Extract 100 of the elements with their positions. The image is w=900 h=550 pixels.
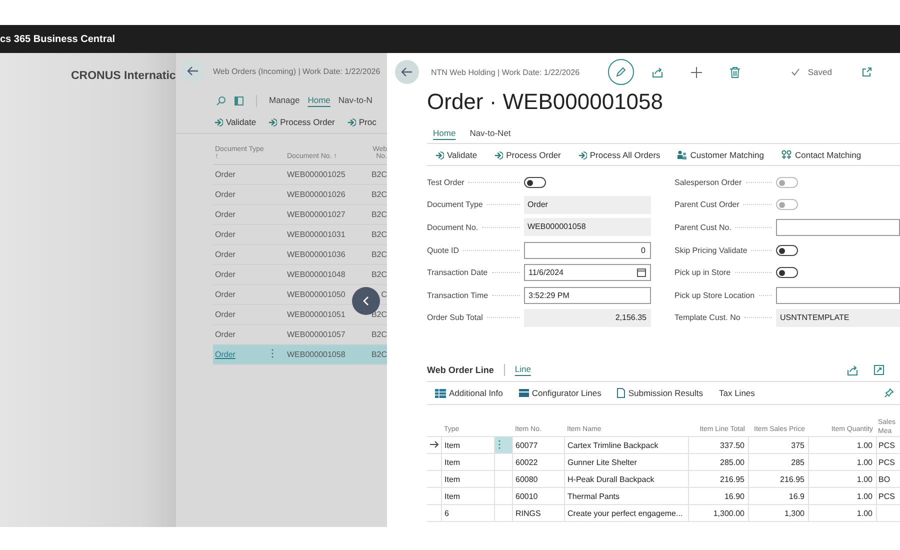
field-label: Skip Pricing Validate [674, 246, 748, 255]
table-cell: WEB000001057 [287, 330, 346, 339]
toggle-switch[interactable] [776, 244, 798, 256]
run-arrow-icon [578, 150, 587, 160]
table-cell: Thermal Pants [568, 492, 620, 501]
run-arrow-icon [494, 150, 504, 160]
table-cell: 60022 [516, 458, 538, 467]
ribbon-tab[interactable]: Nav-to-N [338, 95, 372, 107]
table-cell: 60080 [516, 474, 538, 484]
current-row-arrow-icon [430, 440, 439, 448]
table-row[interactable]: Item 60077 Cartex Trimline Backpack 337.50 375 1.00 PCS [427, 436, 900, 454]
ribbon-tab[interactable]: Manage [269, 95, 300, 107]
input-field[interactable] [776, 218, 900, 236]
table-cell: H-Peak Durall Backpack [568, 474, 654, 484]
field-label: Test Order [427, 178, 464, 187]
page-breadcrumb: Web Orders (Incoming) | Work Date: 1/22/2026 [213, 66, 380, 76]
company-name: CRONUS Internatic [71, 70, 176, 82]
table-cell: Order [215, 230, 236, 239]
table-cell: Gunner Lite Shelter [568, 458, 637, 467]
back-button[interactable] [395, 60, 419, 84]
back-arrow-icon [401, 66, 413, 78]
search-icon[interactable] [216, 96, 226, 106]
action-button[interactable]: Process Order [494, 150, 561, 160]
table-cell: 1,300 [784, 508, 804, 518]
table-row[interactable]: Order WEB000001058 B2C [213, 344, 387, 364]
saved-status: Saved [808, 67, 832, 77]
field-label: Parent Cust No. [674, 222, 732, 232]
date-field[interactable]: 11/6/2024 [524, 264, 650, 282]
table-cell: Create your perfect engageme... [568, 508, 683, 518]
share-icon[interactable] [847, 364, 858, 376]
field-label: Quote ID [427, 246, 460, 255]
action-button[interactable]: Configurator Lines [518, 388, 602, 398]
ribbon-tab[interactable]: Line [514, 364, 531, 376]
toggle-switch[interactable] [776, 267, 798, 278]
table-cell: 16.90 [724, 492, 744, 501]
table-cell: 285 [791, 458, 804, 467]
table-row[interactable]: Item 60010 Thermal Pants 16.90 16.9 1.00 PCS [427, 488, 900, 505]
field-label: Template Cust. No [674, 313, 740, 322]
table-cell: 60010 [516, 492, 538, 501]
table-cell: 1.00 [856, 492, 872, 501]
people-icon [677, 150, 688, 160]
table-cell: B2C [371, 230, 387, 239]
ribbon-tab[interactable]: Home [308, 95, 330, 107]
table-cell: B2C [371, 330, 387, 339]
back-button[interactable] [181, 59, 205, 83]
share-icon[interactable] [652, 66, 663, 78]
toggle-switch[interactable] [524, 176, 546, 188]
calendar-icon[interactable] [636, 268, 646, 278]
field-label: Transaction Date [427, 268, 488, 278]
chevron-left-icon [362, 296, 370, 306]
table-cell: PCS [878, 458, 895, 467]
readonly-field: WEB000001058 [524, 218, 650, 236]
action-button[interactable]: Validate [214, 117, 256, 127]
table-cell: WEB000001026 [287, 190, 346, 199]
table-cell: 216.95 [720, 474, 744, 484]
check-icon [790, 68, 800, 76]
table-cell: 375 [791, 440, 804, 450]
expand-icon[interactable] [874, 365, 884, 376]
action-button[interactable]: Customer Matching [677, 150, 764, 160]
action-button[interactable]: Process Order [268, 117, 335, 127]
action-button[interactable]: Submission Results [617, 388, 703, 398]
delete-icon[interactable] [730, 66, 740, 78]
action-button[interactable]: Validate [435, 150, 478, 160]
more-options-icon[interactable] [271, 349, 274, 358]
edit-button[interactable] [608, 59, 634, 85]
pin-icon[interactable] [884, 388, 894, 398]
table-cell: Order [215, 290, 236, 299]
table-row[interactable]: Item 60022 Gunner Lite Shelter 285.00 285 1.00 PCS [427, 454, 900, 471]
table-cell: B2C [371, 190, 387, 199]
table-row[interactable]: 6 RINGS Create your perfect engageme... 1,300.00 1,300 1.00 [427, 504, 900, 522]
action-button[interactable]: Additional Info [435, 388, 503, 398]
table-cell: 337.50 [720, 440, 744, 450]
action-button[interactable]: Tax Lines [718, 388, 755, 398]
run-arrow-icon [214, 118, 223, 126]
input-field[interactable]: 0 [524, 242, 650, 259]
table-cell: WEB000001058 [287, 350, 346, 359]
table-cell: WEB000001031 [287, 230, 346, 239]
page-breadcrumb: NTN Web Holding | Work Date: 1/22/2026 [431, 68, 580, 76]
table-cell: 1,300.00 [713, 508, 744, 518]
more-options-icon[interactable] [498, 440, 500, 449]
list-icon [518, 389, 529, 398]
ribbon-tab[interactable]: Nav-to-Net [470, 128, 511, 140]
table-cell: Order [215, 270, 236, 279]
table-cell: B2C [371, 270, 387, 279]
add-icon[interactable] [690, 66, 702, 78]
action-button[interactable]: Contact Matching [780, 150, 862, 160]
contacts-icon [780, 150, 792, 160]
input-field[interactable]: 3:52:29 PM [524, 286, 650, 304]
table-cell: WEB000001036 [287, 250, 346, 259]
table-cell: 1.00 [856, 440, 872, 450]
table-cell: B2C [371, 350, 387, 359]
panel-icon[interactable] [234, 96, 244, 106]
ribbon-tab[interactable]: Home [433, 128, 456, 140]
action-button[interactable]: Process All Orders [578, 150, 660, 160]
table-cell: 16.9 [788, 492, 804, 501]
table-row[interactable]: Item 60080 H-Peak Durall Backpack 216.95 216.95 1.00 BO [427, 470, 900, 488]
table-cell: BO [878, 474, 890, 484]
input-field[interactable] [776, 286, 900, 304]
open-in-new-icon[interactable] [862, 67, 872, 77]
action-button[interactable]: Proc [346, 117, 376, 127]
